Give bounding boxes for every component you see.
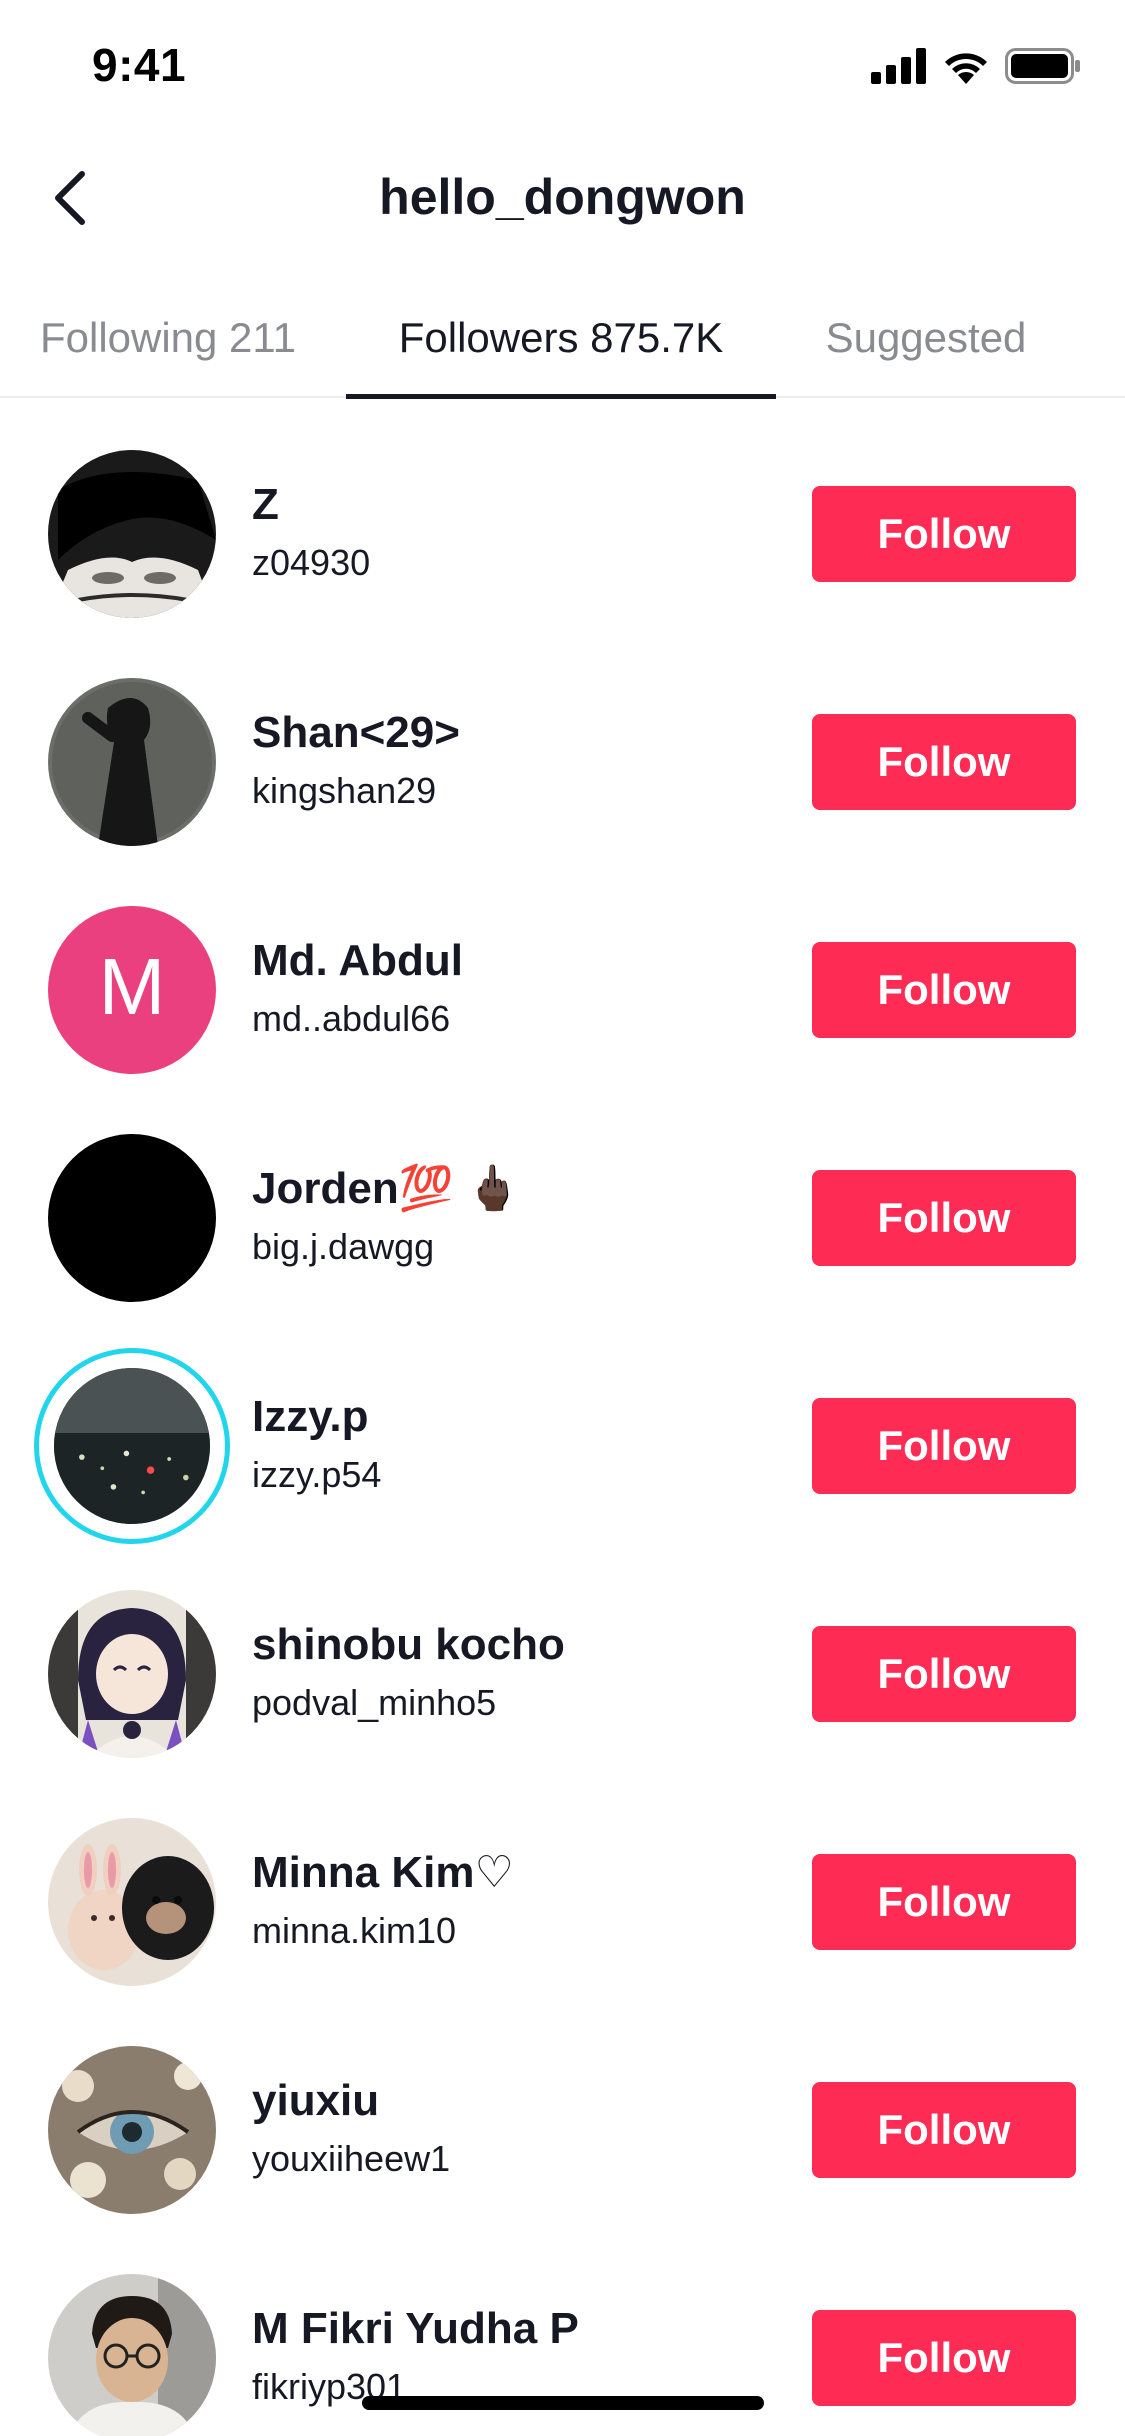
avatar[interactable] — [48, 2274, 216, 2436]
username: md..abdul66 — [252, 998, 451, 1039]
avatar[interactable] — [48, 1590, 216, 1758]
list-item: Shan<29> kingshan29 Follow — [0, 648, 1125, 876]
tab-suggested[interactable]: Suggested — [786, 280, 1066, 396]
list-item: yiuxiu youxiiheew1 Follow — [0, 2016, 1125, 2244]
list-item: Minna Kim♡ minna.kim10 Follow — [0, 1788, 1125, 2016]
avatar-letter: M — [99, 942, 166, 1031]
status-icons — [871, 48, 1081, 89]
display-name[interactable]: Z — [252, 478, 772, 532]
display-name[interactable]: shinobu kocho — [252, 1618, 772, 1672]
active-tab-indicator — [346, 394, 776, 399]
page-title: hello_dongwon — [379, 169, 746, 225]
user-info: Minna Kim♡ minna.kim10 — [252, 1846, 772, 1954]
avatar[interactable] — [48, 450, 216, 618]
home-indicator — [362, 2396, 764, 2410]
user-info: Shan<29> kingshan29 — [252, 706, 772, 814]
username: podval_minho5 — [252, 1682, 497, 1723]
list-item: Izzy.p izzy.p54 Follow — [0, 1332, 1125, 1560]
list-item: Jorden💯 🖕🏿 big.j.dawgg Follow — [0, 1104, 1125, 1332]
user-info: Izzy.p izzy.p54 — [252, 1390, 772, 1498]
follow-button[interactable]: Follow — [812, 1170, 1076, 1266]
follow-button[interactable]: Follow — [812, 2310, 1076, 2406]
follow-button[interactable]: Follow — [812, 942, 1076, 1038]
list-item: M Md. Abdul md..abdul66 Follow — [0, 876, 1125, 1104]
display-name[interactable]: Shan<29> — [252, 706, 772, 760]
display-name[interactable]: Minna Kim♡ — [252, 1846, 772, 1900]
wifi-icon — [941, 48, 991, 89]
follow-button[interactable]: Follow — [812, 1854, 1076, 1950]
display-name[interactable]: Md. Abdul — [252, 934, 772, 988]
display-name[interactable]: M Fikri Yudha P — [252, 2302, 772, 2356]
user-info: Md. Abdul md..abdul66 — [252, 934, 772, 1042]
avatar[interactable] — [48, 678, 216, 846]
user-info: Jorden💯 🖕🏿 big.j.dawgg — [252, 1162, 772, 1270]
username: kingshan29 — [252, 770, 437, 811]
username: minna.kim10 — [252, 1910, 457, 1951]
display-name[interactable]: yiuxiu — [252, 2074, 772, 2128]
follow-button[interactable]: Follow — [812, 2082, 1076, 2178]
username: izzy.p54 — [252, 1454, 382, 1495]
list-item: shinobu kocho podval_minho5 Follow — [0, 1560, 1125, 1788]
follow-button[interactable]: Follow — [812, 1626, 1076, 1722]
avatar[interactable] — [48, 1134, 216, 1302]
avatar[interactable] — [54, 1368, 210, 1524]
display-name[interactable]: Jorden💯 🖕🏿 — [252, 1162, 772, 1216]
user-info: Z z04930 — [252, 478, 772, 586]
follow-button[interactable]: Follow — [812, 714, 1076, 810]
followers-screen: 9:41 hello_dongwon Following 211 Followe… — [0, 0, 1125, 2436]
header: hello_dongwon — [0, 140, 1125, 260]
user-info: yiuxiu youxiiheew1 — [252, 2074, 772, 2182]
follow-button[interactable]: Follow — [812, 486, 1076, 582]
display-name[interactable]: Izzy.p — [252, 1390, 772, 1444]
followers-list: Z z04930 Follow Shan<29> kingshan29 Foll… — [0, 420, 1125, 2436]
username: youxiiheew1 — [252, 2138, 451, 2179]
cellular-signal-icon — [871, 48, 927, 89]
username: big.j.dawgg — [252, 1226, 435, 1267]
follow-button[interactable]: Follow — [812, 1398, 1076, 1494]
status-bar: 9:41 — [0, 0, 1125, 140]
tab-following[interactable]: Following 211 — [0, 280, 336, 396]
user-info: M Fikri Yudha P fikriyp301 — [252, 2302, 772, 2410]
status-time: 9:41 — [92, 39, 187, 91]
avatar[interactable]: M — [48, 906, 216, 1074]
list-item: Z z04930 Follow — [0, 420, 1125, 648]
avatar[interactable] — [48, 1818, 216, 1986]
avatar[interactable] — [48, 2046, 216, 2214]
user-info: shinobu kocho podval_minho5 — [252, 1618, 772, 1726]
tab-bar: Following 211 Followers 875.7K Suggested — [0, 280, 1125, 399]
username: z04930 — [252, 542, 371, 583]
battery-icon — [1005, 48, 1081, 89]
tab-followers[interactable]: Followers 875.7K — [346, 280, 776, 396]
